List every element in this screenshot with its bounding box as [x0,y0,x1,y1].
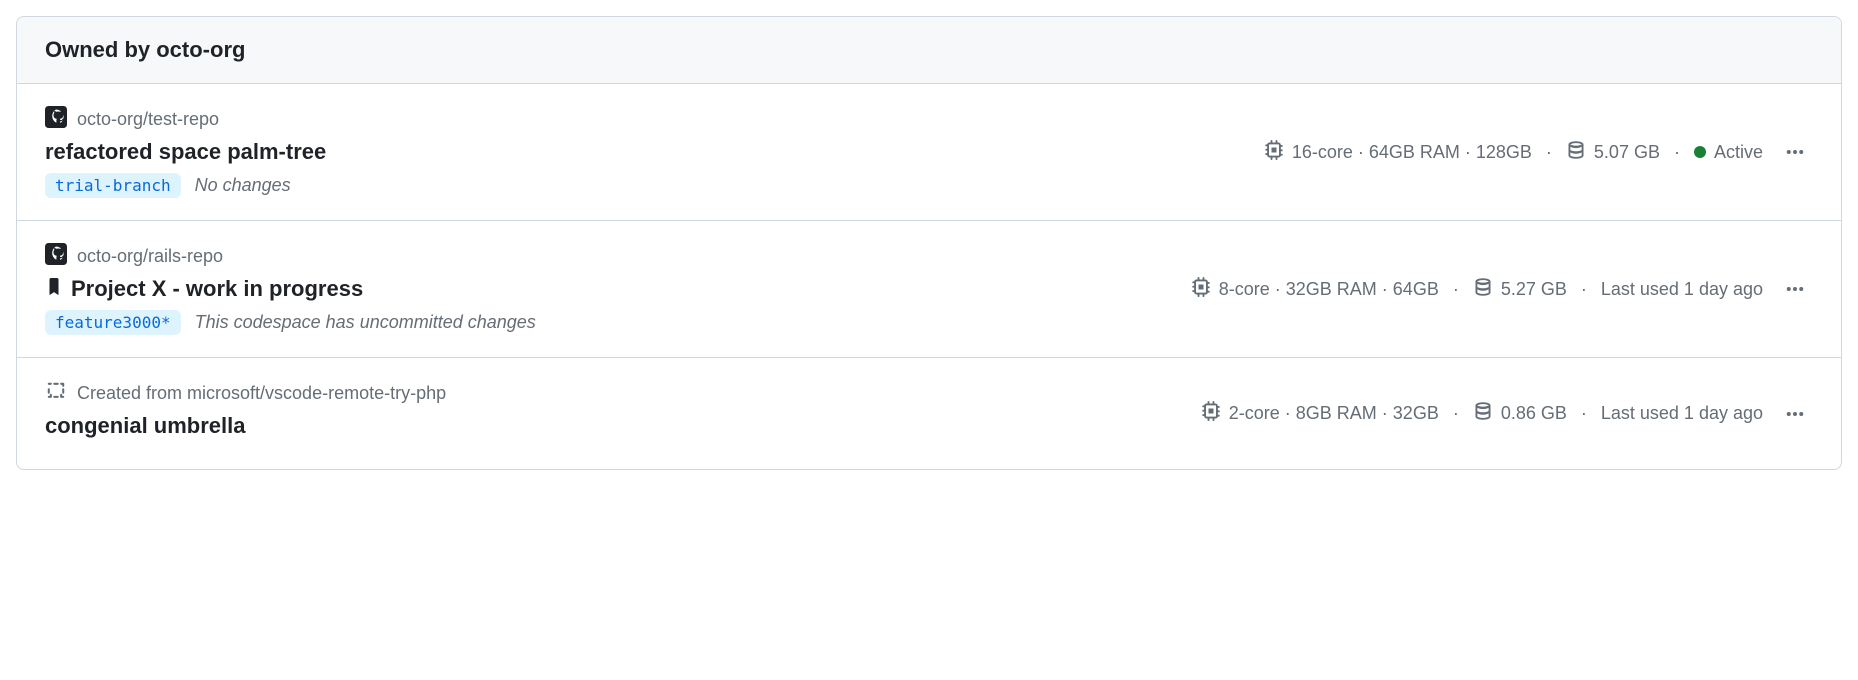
codespace-info: octo-org/rails-repo Project X - work in … [45,243,1175,335]
repo-line: Created from microsoft/vscode-remote-try… [45,380,1185,407]
codespace-title-line: refactored space palm-tree [45,139,1248,165]
panel-header: Owned by octo-org [17,17,1841,84]
codespace-title[interactable]: refactored space palm-tree [45,139,326,165]
branch-status: No changes [195,175,291,196]
codespace-meta: 2-core · 8GB RAM · 32GB · 0.86 GB · Last… [1201,398,1813,430]
status-group: Last used 1 day ago [1601,279,1763,300]
status-group: Last used 1 day ago [1601,403,1763,424]
repo-link[interactable]: octo-org/test-repo [77,109,219,130]
specs-text: 8-core · 32GB RAM · 64GB [1219,279,1439,300]
more-actions-button[interactable] [1777,273,1813,305]
branch-tag[interactable]: trial-branch [45,173,181,198]
template-icon [45,380,67,407]
codespace-title[interactable]: Project X - work in progress [71,276,363,302]
codespace-title-line: Project X - work in progress [45,276,1175,302]
specs-group: 8-core · 32GB RAM · 64GB [1191,277,1439,302]
disk-group: 5.27 GB [1473,277,1567,302]
disk-text: 5.27 GB [1501,279,1567,300]
specs-group: 2-core · 8GB RAM · 32GB [1201,401,1439,426]
codespaces-panel: Owned by octo-org octo-org/test-repo ref… [16,16,1842,470]
branch-tag[interactable]: feature3000* [45,310,181,335]
repo-source-text: Created from microsoft/vscode-remote-try… [77,383,446,404]
separator-dot: · [1453,279,1459,300]
codespace-info: Created from microsoft/vscode-remote-try… [45,380,1185,447]
repo-line: octo-org/test-repo [45,106,1248,133]
database-icon [1566,140,1586,165]
branch-status: This codespace has uncommitted changes [195,312,536,333]
codespace-title[interactable]: congenial umbrella [45,413,246,439]
codespace-info: octo-org/test-repo refactored space palm… [45,106,1248,198]
status-text: Active [1714,142,1763,163]
github-icon [45,106,67,133]
codespace-meta: 16-core · 64GB RAM · 128GB · 5.07 GB · A… [1264,136,1813,168]
disk-group: 5.07 GB [1566,140,1660,165]
status-group: Active [1694,142,1763,163]
status-text: Last used 1 day ago [1601,403,1763,424]
more-actions-button[interactable] [1777,398,1813,430]
disk-text: 5.07 GB [1594,142,1660,163]
separator-dot: · [1581,403,1587,424]
more-actions-button[interactable] [1777,136,1813,168]
specs-text: 16-core · 64GB RAM · 128GB [1292,142,1532,163]
status-text: Last used 1 day ago [1601,279,1763,300]
status-indicator-icon [1694,146,1706,158]
repo-link[interactable]: octo-org/rails-repo [77,246,223,267]
separator-dot: · [1581,279,1587,300]
cpu-icon [1191,277,1211,302]
codespace-item: octo-org/rails-repo Project X - work in … [17,221,1841,358]
branch-line: trial-branch No changes [45,173,1248,198]
github-icon [45,243,67,270]
codespace-title-line: congenial umbrella [45,413,1185,439]
separator-dot: · [1453,403,1459,424]
disk-text: 0.86 GB [1501,403,1567,424]
cpu-icon [1264,140,1284,165]
database-icon [1473,277,1493,302]
separator-dot: · [1546,142,1552,163]
panel-title: Owned by octo-org [45,37,245,62]
database-icon [1473,401,1493,426]
bookmark-icon [45,276,63,302]
codespace-meta: 8-core · 32GB RAM · 64GB · 5.27 GB · Las… [1191,273,1813,305]
repo-line: octo-org/rails-repo [45,243,1175,270]
separator-dot: · [1674,142,1680,163]
codespace-item: octo-org/test-repo refactored space palm… [17,84,1841,221]
disk-group: 0.86 GB [1473,401,1567,426]
codespace-item: Created from microsoft/vscode-remote-try… [17,358,1841,469]
specs-text: 2-core · 8GB RAM · 32GB [1229,403,1439,424]
specs-group: 16-core · 64GB RAM · 128GB [1264,140,1532,165]
branch-line: feature3000* This codespace has uncommit… [45,310,1175,335]
cpu-icon [1201,401,1221,426]
